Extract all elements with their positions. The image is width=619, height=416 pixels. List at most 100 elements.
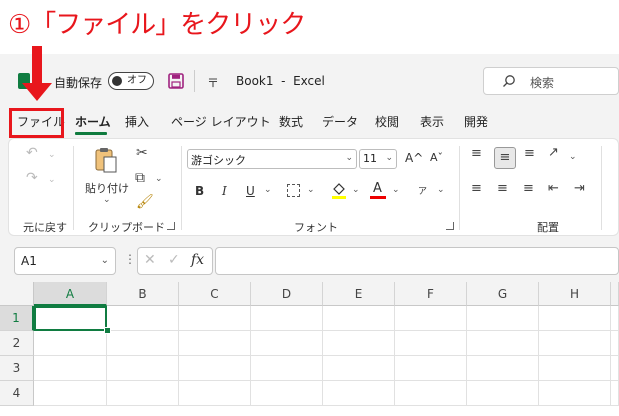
tab-home[interactable]: ホーム [75,113,111,130]
cell[interactable] [395,381,467,406]
increase-indent-icon[interactable]: ⇥ [574,181,585,196]
column-header[interactable]: E [323,282,395,306]
tab-data[interactable]: データ [322,113,358,130]
cell[interactable] [395,331,467,356]
column-header[interactable]: B [107,282,179,306]
formula-input[interactable] [215,247,619,275]
cell[interactable] [251,381,323,406]
tab-insert[interactable]: 挿入 [125,113,149,130]
undo-dropdown-icon[interactable]: ⌄ [48,150,56,160]
tab-review[interactable]: 校閲 [375,113,399,130]
column-header[interactable]: F [395,282,467,306]
cell[interactable] [34,331,107,356]
font-color-icon[interactable]: A [373,181,382,196]
underline-dropdown-icon[interactable]: ⌄ [264,185,272,195]
cell[interactable] [34,381,107,406]
cell[interactable] [467,381,539,406]
clipboard-dialog-launcher-icon[interactable] [167,222,175,230]
cell[interactable] [611,306,619,331]
paste-dropdown-icon[interactable]: ⌄ [103,195,111,205]
orientation-icon[interactable]: ↗ [548,145,559,160]
cell[interactable] [539,331,611,356]
tab-formulas[interactable]: 数式 [279,113,303,130]
copy-icon[interactable]: ⧉ [135,170,145,186]
phonetic-guide-button[interactable]: ア [418,184,427,197]
cell[interactable] [611,356,619,381]
autosave-toggle[interactable]: オフ [108,72,154,90]
insert-function-button[interactable]: fx [191,252,204,268]
cell[interactable] [467,356,539,381]
column-header[interactable]: C [179,282,251,306]
shrink-font-button[interactable]: Aˇ [430,151,443,164]
row-header[interactable]: 2 [0,331,34,356]
row-header[interactable]: 4 [0,381,34,406]
enter-icon[interactable]: ✓ [168,252,180,268]
align-left-icon[interactable]: ≡ [471,181,482,196]
cell[interactable] [251,331,323,356]
cell[interactable] [323,306,395,331]
tab-developer[interactable]: 開発 [464,113,488,130]
cell[interactable] [179,381,251,406]
cell[interactable] [467,306,539,331]
cell[interactable] [323,356,395,381]
redo-icon[interactable]: ↷ [26,170,38,186]
cell[interactable] [251,306,323,331]
paste-icon[interactable] [93,146,119,174]
fill-color-icon[interactable] [331,181,347,199]
italic-button[interactable]: I [222,184,227,198]
more-options-icon[interactable]: ⋮ [124,252,136,266]
selected-cell[interactable] [34,306,107,331]
cell[interactable] [34,356,107,381]
cell[interactable] [179,331,251,356]
cell[interactable] [179,306,251,331]
tab-page-layout[interactable]: ページ レイアウト [171,113,271,130]
orientation-dropdown-icon[interactable]: ⌄ [569,152,577,162]
column-header[interactable]: D [251,282,323,306]
font-name-dropdown[interactable]: 游ゴシック ⌄ [187,149,357,169]
align-center-icon[interactable]: ≡ [497,181,508,196]
grow-font-button[interactable]: A^ [405,151,423,165]
cell[interactable] [323,381,395,406]
font-dialog-launcher-icon[interactable] [446,222,454,230]
underline-button[interactable]: U [246,184,255,198]
cell[interactable] [179,356,251,381]
align-right-icon[interactable]: ≡ [523,181,534,196]
cell[interactable] [107,331,179,356]
column-header[interactable]: A [34,282,107,306]
cell[interactable] [395,356,467,381]
select-all-corner[interactable] [0,282,34,306]
column-header[interactable]: G [467,282,539,306]
cell[interactable] [107,381,179,406]
customize-qat-icon[interactable]: 〒 [207,74,219,91]
font-size-dropdown[interactable]: 11 ⌄ [359,149,397,169]
tab-view[interactable]: 表示 [420,113,444,130]
cut-icon[interactable]: ✂ [136,145,148,161]
cell[interactable] [251,356,323,381]
cell[interactable] [467,331,539,356]
cell[interactable] [611,381,619,406]
row-header[interactable]: 1 [0,306,34,331]
align-top-icon[interactable]: ≡ [471,146,482,161]
cell[interactable] [539,381,611,406]
search-input[interactable]: 検索 [483,67,619,95]
name-box[interactable]: A1 ⌄ [14,247,116,275]
bold-button[interactable]: B [195,184,204,198]
cell[interactable] [107,356,179,381]
row-header[interactable]: 3 [0,356,34,381]
decrease-indent-icon[interactable]: ⇤ [548,181,559,196]
cell[interactable] [395,306,467,331]
font-color-dropdown-icon[interactable]: ⌄ [392,185,400,195]
redo-dropdown-icon[interactable]: ⌄ [48,175,56,185]
cell[interactable] [107,306,179,331]
cell[interactable] [539,306,611,331]
copy-dropdown-icon[interactable]: ⌄ [155,174,163,184]
phonetic-dropdown-icon[interactable]: ⌄ [437,185,445,195]
cell[interactable] [611,331,619,356]
fill-handle[interactable] [104,327,111,334]
fill-color-dropdown-icon[interactable]: ⌄ [352,185,360,195]
border-icon[interactable] [287,184,300,197]
column-header[interactable]: H [539,282,611,306]
save-icon[interactable] [168,73,184,89]
cancel-icon[interactable]: ✕ [144,252,156,268]
border-dropdown-icon[interactable]: ⌄ [307,185,315,195]
